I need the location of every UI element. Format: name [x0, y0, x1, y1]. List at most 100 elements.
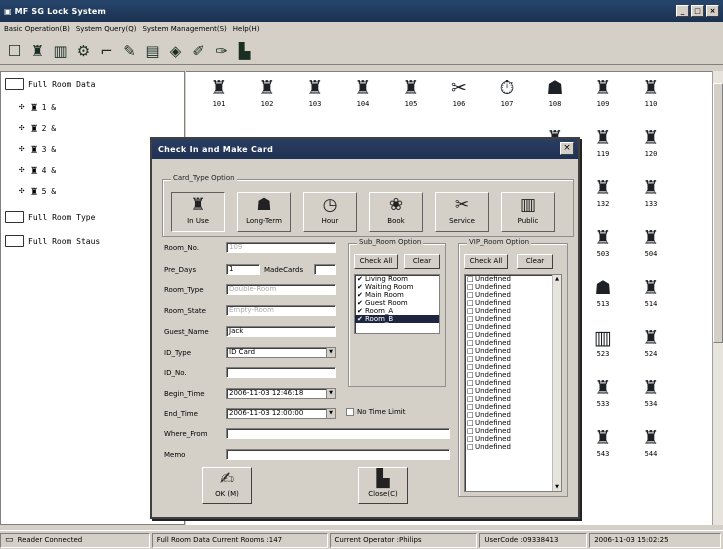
checkbox-icon[interactable]: □	[467, 363, 474, 371]
checkbox-checked-icon[interactable]: ✔	[357, 283, 364, 291]
checkbox-checked-icon[interactable]: ✔	[357, 275, 364, 283]
checkbox-icon[interactable]: □	[467, 403, 474, 411]
sub-room-item[interactable]: ✔ Guest Room	[355, 299, 439, 307]
expand-icon[interactable]: ✣	[19, 102, 24, 112]
vip-room-item[interactable]: □ Undefined	[465, 275, 561, 283]
dialog-close-button[interactable]: ×	[560, 142, 574, 155]
vip-room-item[interactable]: □ Undefined	[465, 379, 561, 387]
vip-room-item[interactable]: □ Undefined	[465, 387, 561, 395]
tree-floor-5[interactable]: ✣ ♜ 5 &	[19, 184, 56, 198]
checkbox-icon[interactable]: □	[467, 411, 474, 419]
room-cell[interactable]: ♜ 133	[630, 176, 672, 222]
memo-field[interactable]	[226, 449, 450, 460]
room-cell[interactable]: ♜ 544	[630, 426, 672, 472]
vip-room-item[interactable]: □ Undefined	[465, 363, 561, 371]
exit-icon[interactable]: ▙	[234, 40, 255, 62]
ok-button[interactable]: ✍ OK (M)	[202, 467, 252, 504]
scroll-down-icon[interactable]: ▼	[553, 483, 561, 491]
public-icon[interactable]: ▥	[50, 40, 71, 62]
id-no-field[interactable]	[226, 367, 336, 378]
vip-room-item[interactable]: □ Undefined	[465, 427, 561, 435]
room-cell[interactable]: ♜ 105	[390, 76, 432, 122]
pen-icon[interactable]: ✑	[211, 40, 232, 62]
vip-room-item[interactable]: □ Undefined	[465, 331, 561, 339]
room-cell[interactable]: ♜ 533	[582, 376, 624, 422]
vip-room-item[interactable]: □ Undefined	[465, 443, 561, 451]
scroll-up-icon[interactable]: ▲	[553, 275, 561, 283]
card-type-book[interactable]: ❀ Book	[369, 192, 423, 232]
room-cell[interactable]: ♜ 104	[342, 76, 384, 122]
checkbox-icon[interactable]: □	[467, 379, 474, 387]
room-cell[interactable]: ♜ 109	[582, 76, 624, 122]
close-button[interactable]: ▙ Close(C)	[358, 467, 408, 504]
maximize-button[interactable]: □	[691, 5, 704, 17]
tree-floor-2[interactable]: ✣ ♜ 2 &	[19, 121, 56, 135]
checkbox-icon[interactable]: □	[467, 339, 474, 347]
vip-room-item[interactable]: □ Undefined	[465, 395, 561, 403]
room-no-field[interactable]: 109	[226, 242, 336, 253]
card-type-public[interactable]: ▥ Public	[501, 192, 555, 232]
vip-room-item[interactable]: □ Undefined	[465, 315, 561, 323]
begin-time-picker[interactable]: 2006-11-03 12:46:18 ▼	[226, 388, 336, 399]
checkbox-icon[interactable]: □	[467, 323, 474, 331]
tree-floor-4[interactable]: ✣ ♜ 4 &	[19, 163, 56, 177]
tree-floor-3[interactable]: ✣ ♜ 3 &	[19, 142, 56, 156]
room-cell[interactable]: ✂ 106	[438, 76, 480, 122]
room-cell[interactable]: ♜ 524	[630, 326, 672, 372]
room-cell[interactable]: ☗ 108	[534, 76, 576, 122]
room-cell[interactable]: ⏱ 107	[486, 76, 528, 122]
tree-full-room-data[interactable]: Full Room Data	[5, 78, 95, 90]
key-icon[interactable]: ⌐	[96, 40, 117, 62]
sub-room-clear-button[interactable]: Clear	[404, 254, 440, 269]
checkbox-icon[interactable]: □	[467, 395, 474, 403]
vip-room-item[interactable]: □ Undefined	[465, 291, 561, 299]
vip-room-check-all-button[interactable]: Check All	[464, 254, 508, 269]
room-cell[interactable]: ♜ 543	[582, 426, 624, 472]
room-cell[interactable]: ☗ 513	[582, 276, 624, 322]
write-icon[interactable]: ✎	[119, 40, 140, 62]
dropdown-arrow-icon[interactable]: ▼	[326, 389, 335, 398]
sub-room-check-all-button[interactable]: Check All	[354, 254, 398, 269]
checkbox-icon[interactable]: □	[467, 331, 474, 339]
tree-full-room-state[interactable]: Full Room Staus	[5, 235, 100, 247]
sub-room-item[interactable]: ✔ Waiting Room	[355, 283, 439, 291]
checkbox-icon[interactable]: □	[467, 427, 474, 435]
menu-system-query[interactable]: System Query(Q)	[76, 25, 137, 33]
vip-room-item[interactable]: □ Undefined	[465, 347, 561, 355]
checkbox-checked-icon[interactable]: ✔	[357, 299, 364, 307]
room-cell[interactable]: ♜ 101	[198, 76, 240, 122]
menu-system-management[interactable]: System Management(S)	[142, 25, 226, 33]
guest-name-field[interactable]: Jack	[226, 326, 336, 337]
vip-room-item[interactable]: □ Undefined	[465, 307, 561, 315]
vip-room-item[interactable]: □ Undefined	[465, 339, 561, 347]
vip-room-item[interactable]: □ Undefined	[465, 299, 561, 307]
dropdown-arrow-icon[interactable]: ▼	[326, 409, 335, 418]
room-cell[interactable]: ♜ 504	[630, 226, 672, 272]
minimize-button[interactable]: _	[676, 5, 689, 17]
vip-room-item[interactable]: □ Undefined	[465, 419, 561, 427]
pre-days-field[interactable]: 1	[226, 264, 260, 275]
sub-room-item[interactable]: ✔ Main Room	[355, 291, 439, 299]
sub-room-item[interactable]: ✔ Room_A	[355, 307, 439, 315]
expand-icon[interactable]: ✣	[19, 144, 24, 154]
room-cell[interactable]: ♜ 534	[630, 376, 672, 422]
room-cell[interactable]: ♜ 103	[294, 76, 336, 122]
checkbox-icon[interactable]: □	[467, 291, 474, 299]
room-cell[interactable]: ♜ 514	[630, 276, 672, 322]
edit-icon[interactable]: ✐	[188, 40, 209, 62]
room-cell[interactable]: ▥ 523	[582, 326, 624, 372]
vip-room-item[interactable]: □ Undefined	[465, 323, 561, 331]
vip-room-item[interactable]: □ Undefined	[465, 283, 561, 291]
checkbox-checked-icon[interactable]: ✔	[357, 315, 364, 323]
checkbox-icon[interactable]: □	[467, 435, 474, 443]
vip-room-clear-button[interactable]: Clear	[517, 254, 553, 269]
expand-icon[interactable]: ✣	[19, 123, 24, 133]
report-icon[interactable]: ▤	[142, 40, 163, 62]
room-cell[interactable]: ♜ 102	[246, 76, 288, 122]
room-grid-scrollbar[interactable]	[712, 71, 723, 525]
dropdown-arrow-icon[interactable]: ▼	[326, 348, 335, 357]
checkbox-icon[interactable]: □	[467, 299, 474, 307]
checkbox-icon[interactable]: □	[467, 347, 474, 355]
room-type-field[interactable]: Double-Room	[226, 284, 336, 295]
room-cell[interactable]: ♜ 503	[582, 226, 624, 272]
